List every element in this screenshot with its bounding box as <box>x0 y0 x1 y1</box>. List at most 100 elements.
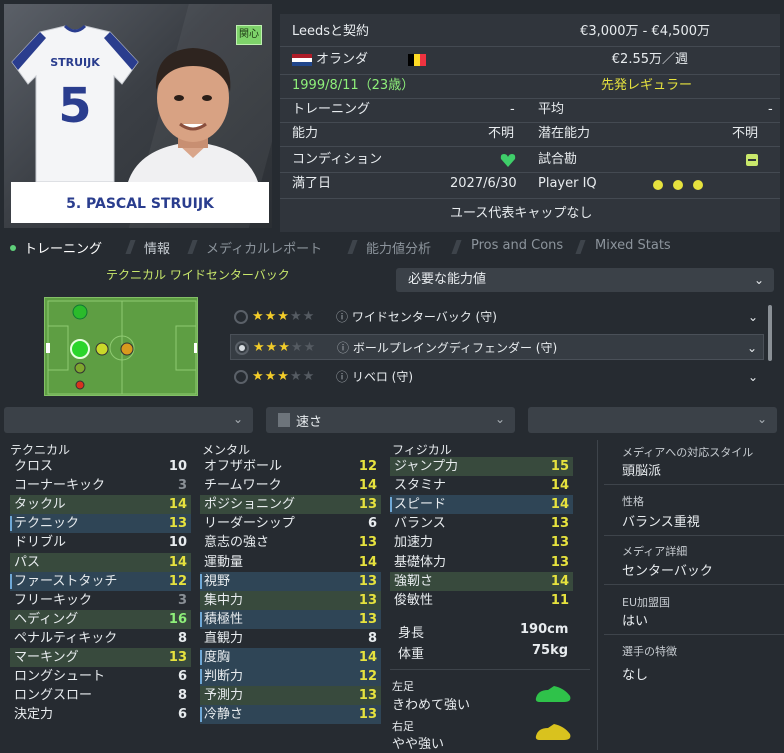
contract-end-label: 満了日 <box>292 176 332 191</box>
attribute-row[interactable]: クロス 10 <box>10 457 191 476</box>
attribute-value: 14 <box>358 650 377 665</box>
attribute-row[interactable]: 直観力 8 <box>200 629 381 648</box>
attribute-row[interactable]: リーダーシップ 6 <box>200 514 381 533</box>
attribute-row[interactable]: 運動量 14 <box>200 553 381 572</box>
chevron-down-icon[interactable]: ⌄ <box>747 335 757 361</box>
required-attributes-select[interactable]: 必要な能力値 ⌄ <box>396 268 774 292</box>
attribute-value: 14 <box>168 554 187 570</box>
attribute-value: 10 <box>168 459 187 474</box>
attribute-row[interactable]: 積極性 13 <box>200 609 381 629</box>
filter-select-3[interactable]: ⌄ <box>528 407 777 433</box>
eu-member-label: EU加盟国 <box>622 596 671 609</box>
attribute-value: 14 <box>550 497 569 513</box>
tab-medical-report[interactable]: メディカルレポート <box>206 238 322 257</box>
attribute-row[interactable]: スピード 14 <box>390 495 573 515</box>
role-radio[interactable] <box>234 370 248 384</box>
attribute-name: バランス <box>394 516 446 532</box>
filter-select-speed[interactable]: 速さ ⌄ <box>266 407 515 433</box>
attribute-row[interactable]: 判断力 12 <box>200 667 381 687</box>
role-radio[interactable] <box>235 341 249 355</box>
attribute-row[interactable]: 冷静さ 13 <box>200 705 381 725</box>
chevron-down-icon: ⌄ <box>753 273 764 287</box>
chevron-down-icon[interactable]: ⌄ <box>748 304 758 330</box>
attribute-row[interactable]: ジャンプ力 15 <box>390 457 573 476</box>
role-row-libero[interactable]: ★★★★★ ⓘ リベロ (守) ⌄ <box>230 364 764 390</box>
height-label: 身長 <box>398 626 425 641</box>
role-stars: ★★★★★ <box>253 340 317 355</box>
attribute-row[interactable]: ペナルティキック 8 <box>10 629 191 648</box>
media-style-value: 頭脳派 <box>622 464 662 479</box>
attribute-value: 13 <box>358 573 377 589</box>
attribute-name: スタミナ <box>394 478 447 494</box>
attribute-name: 予測力 <box>204 688 244 704</box>
ability-label: 能力 <box>292 126 319 141</box>
interest-badge[interactable]: 関心 <box>236 25 262 45</box>
attribute-row[interactable]: 予測力 13 <box>200 686 381 706</box>
attribute-row[interactable]: スタミナ 14 <box>390 476 573 495</box>
attribute-row[interactable]: ヘディング 16 <box>10 609 191 629</box>
role-row-ball-playing-defender[interactable]: ★★★★★ ⓘ ボールプレイングディフェンダー (守) ⌄ <box>230 334 764 360</box>
heart-icon <box>500 154 516 167</box>
filter-select-1[interactable]: ⌄ <box>4 407 253 433</box>
attribute-name: 俊敏性 <box>394 592 434 608</box>
player-iq-label: Player IQ <box>538 176 597 191</box>
attribute-row[interactable]: ポジショニング 13 <box>200 495 381 515</box>
contract-club[interactable]: Leedsと契約 <box>292 20 369 44</box>
attribute-name: リーダーシップ <box>204 516 295 532</box>
attribute-row[interactable]: チームワーク 14 <box>200 476 381 495</box>
tab-attribute-analysis[interactable]: 能力値分析 <box>366 238 431 257</box>
tab-mixed-stats[interactable]: Mixed Stats <box>595 238 671 253</box>
attribute-row[interactable]: タックル 14 <box>10 495 191 515</box>
attribute-row[interactable]: オフザボール 12 <box>200 457 381 476</box>
attribute-name: タックル <box>14 497 66 513</box>
attribute-row[interactable]: 加速力 13 <box>390 533 573 552</box>
attribute-row[interactable]: ファーストタッチ 12 <box>10 571 191 591</box>
tab-info[interactable]: 情報 <box>144 238 170 257</box>
role-stars: ★★★★★ <box>252 309 316 324</box>
attribute-row[interactable]: フリーキック 3 <box>10 591 191 610</box>
physical-column-title: フィジカル <box>392 443 452 457</box>
attribute-row[interactable]: 俊敏性 11 <box>390 591 573 610</box>
roles-scrollbar[interactable] <box>768 305 772 361</box>
role-row-wide-center-back[interactable]: ★★★★★ ⓘ ワイドセンターバック (守) ⌄ <box>230 304 764 330</box>
attribute-value: 3 <box>177 478 187 494</box>
role-radio[interactable] <box>234 310 248 324</box>
wage: €2.55万／週 <box>611 52 688 67</box>
tab-bar: トレーニング 情報 メディカルレポート 能力値分析 Pros and Cons … <box>0 234 784 260</box>
chevron-down-icon[interactable]: ⌄ <box>748 364 758 390</box>
attribute-row[interactable]: ロングシュート 6 <box>10 667 191 686</box>
required-attributes-label: 必要な能力値 <box>408 272 487 287</box>
attribute-row[interactable]: 集中力 13 <box>200 590 381 610</box>
right-foot-value: やや強い <box>392 737 445 752</box>
attribute-row[interactable]: 視野 13 <box>200 571 381 591</box>
attribute-value: 8 <box>367 630 377 646</box>
attribute-value: 13 <box>358 688 377 704</box>
left-boot-icon <box>535 686 571 702</box>
attribute-row[interactable]: 度胸 14 <box>200 648 381 667</box>
attribute-value: 6 <box>177 669 187 685</box>
attribute-row[interactable]: テクニック 13 <box>10 514 191 534</box>
attribute-row[interactable]: コーナーキック 3 <box>10 476 191 495</box>
tab-pros-and-cons[interactable]: Pros and Cons <box>471 238 563 253</box>
attribute-name: 積極性 <box>204 611 244 627</box>
attribute-name: スピード <box>394 497 447 513</box>
attribute-value: 8 <box>177 688 187 704</box>
attribute-row[interactable]: バランス 13 <box>390 514 573 533</box>
attribute-value: 14 <box>168 497 187 513</box>
attribute-row[interactable]: 基礎体力 13 <box>390 553 573 572</box>
attribute-name: コーナーキック <box>14 478 106 494</box>
attribute-row[interactable]: 強靭さ 14 <box>390 571 573 591</box>
left-foot-value: きわめて強い <box>392 698 471 713</box>
attribute-row[interactable]: 決定力 6 <box>10 705 191 724</box>
attribute-name: チームワーク <box>204 478 282 494</box>
nationality[interactable]: オランダ <box>316 48 368 72</box>
tab-training[interactable]: トレーニング <box>24 238 102 257</box>
attribute-name: 決定力 <box>14 707 54 723</box>
attribute-row[interactable]: ドリブル 10 <box>10 533 191 552</box>
attribute-row[interactable]: ロングスロー 8 <box>10 686 191 705</box>
attribute-row[interactable]: マーキング 13 <box>10 648 191 667</box>
attribute-row[interactable]: パス 14 <box>10 552 191 572</box>
attribute-value: 13 <box>550 516 569 532</box>
attribute-name: ロングスロー <box>14 688 93 704</box>
attribute-row[interactable]: 意志の強さ 13 <box>200 533 381 552</box>
